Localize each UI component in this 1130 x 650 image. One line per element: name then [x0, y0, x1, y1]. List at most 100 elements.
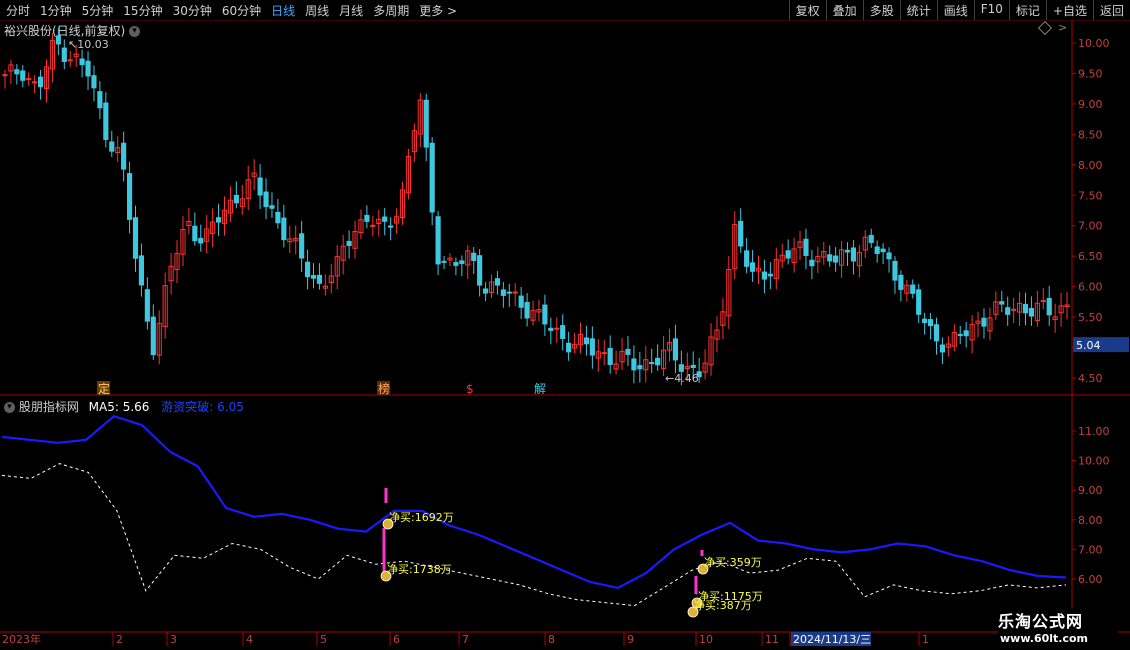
high-annotation: ↖10.03: [68, 38, 109, 51]
period-tab-5[interactable]: 60分钟: [222, 2, 261, 19]
event-marker-0: 定: [98, 381, 110, 396]
toolbar-action-0[interactable]: 复权: [788, 0, 826, 20]
candle-body-83: [494, 278, 501, 286]
period-tab-8[interactable]: 月线: [339, 2, 363, 19]
candle-body-1: [8, 64, 14, 72]
period-tab-1[interactable]: 1分钟: [40, 2, 72, 19]
candle-body-0: [2, 74, 8, 77]
candle-body-58: [346, 240, 352, 246]
indicator-name: 股朋指标网: [18, 400, 79, 414]
candle-body-146: [868, 234, 874, 243]
x-tick-label-0: 2023年: [2, 632, 41, 646]
period-tab-7[interactable]: 周线: [305, 2, 329, 19]
candle-body-163: [969, 323, 975, 341]
candle-body-27: [162, 285, 168, 328]
candle-body-13: [79, 58, 85, 66]
period-tab-4[interactable]: 30分钟: [173, 2, 212, 19]
candle-body-62: [370, 224, 376, 227]
candle-body-80: [477, 255, 483, 286]
candle-body-141: [838, 249, 845, 266]
price-tick-label-9: 5.50: [1078, 311, 1103, 324]
candle-body-111: [660, 349, 667, 369]
candle-body-95: [566, 342, 572, 353]
candle-body-39: [233, 194, 239, 204]
ind-tick-label-1: 10.00: [1078, 455, 1110, 468]
toolbar-action-7[interactable]: +自选: [1045, 0, 1093, 20]
ind-tick-label-5: 6.00: [1078, 573, 1103, 586]
candle-body-178: [1058, 305, 1064, 314]
candle-body-138: [821, 251, 827, 258]
period-tab-10[interactable]: 更多 >: [419, 2, 457, 19]
chevron-down-icon[interactable]: ▾: [129, 26, 141, 37]
candle-body-45: [269, 205, 275, 209]
coin-icon-2: [697, 563, 709, 575]
period-tab-0[interactable]: 分时: [6, 2, 30, 19]
candle-body-160: [951, 331, 957, 347]
coin-icon-0: [382, 518, 394, 530]
candle-body-179: [1064, 304, 1070, 308]
candle-body-99: [589, 338, 595, 356]
period-tab-2[interactable]: 5分钟: [82, 2, 114, 19]
candle-body-170: [1011, 308, 1017, 311]
candle-body-60: [358, 219, 364, 234]
candle-body-168: [999, 301, 1005, 305]
candle-body-72: [429, 142, 435, 213]
candle-body-31: [186, 220, 192, 227]
toolbar-action-6[interactable]: 标记: [1008, 0, 1046, 20]
candle-body-64: [382, 216, 388, 222]
candle-body-5: [32, 81, 38, 84]
candle-body-166: [987, 317, 993, 332]
x-tick-label-10: 11: [765, 633, 779, 646]
candle-body-70: [417, 99, 423, 135]
candle-body-85: [506, 291, 512, 294]
candle-body-105: [625, 348, 631, 355]
candle-body-132: [785, 250, 791, 259]
candle-body-21: [126, 173, 133, 220]
price-panel-title: 裕兴股份(日线,前复权) ▾: [4, 22, 141, 39]
candle-body-12: [73, 53, 79, 58]
candle-body-157: [933, 324, 940, 342]
price-tag-label: 5.04: [1076, 339, 1101, 352]
period-tab-3[interactable]: 15分钟: [123, 2, 162, 19]
candle-body-41: [245, 179, 251, 200]
candle-body-54: [322, 285, 328, 289]
chevron-right-icon[interactable]: >: [1058, 21, 1067, 34]
price-tick-label-10: 5.00: [1078, 342, 1103, 355]
price-tick-label-8: 6.00: [1078, 281, 1103, 294]
x-tick-label-3: 4: [246, 633, 253, 646]
toolbar-action-1[interactable]: 叠加: [825, 0, 863, 20]
candle-body-169: [1005, 307, 1011, 315]
candle-body-90: [536, 309, 542, 313]
candle-body-93: [554, 327, 560, 330]
low-annotation: ←4.46: [665, 372, 699, 385]
toolbar-action-3[interactable]: 统计: [899, 0, 937, 20]
chevron-down-icon[interactable]: ▾: [4, 402, 15, 413]
x-tick-label-11: 2024/11/13/三: [793, 633, 871, 646]
candle-body-51: [304, 261, 311, 278]
period-tab-9[interactable]: 多周期: [373, 2, 409, 19]
net-buy-label-2: 净买:359万: [704, 555, 762, 569]
period-tab-6[interactable]: 日线: [271, 2, 295, 19]
net-buy-label-3: 净买:1175万: [698, 589, 763, 603]
event-marker-bg-0: [97, 381, 110, 395]
toolbar-action-4[interactable]: 画线: [936, 0, 974, 20]
candle-body-65: [388, 225, 394, 228]
candle-body-37: [221, 209, 228, 224]
candle-body-68: [405, 156, 412, 194]
toolbar-actions: 复权 叠加 多股 统计 画线 F10 标记 +自选 返回: [788, 0, 1130, 20]
toolbar-action-2[interactable]: 多股: [862, 0, 900, 20]
candle-body-156: [927, 319, 934, 327]
candle-body-43: [257, 177, 263, 196]
candle-body-129: [767, 273, 773, 277]
candle-body-136: [809, 259, 815, 267]
toolbar-action-8[interactable]: 返回: [1092, 0, 1130, 20]
candle-body-63: [376, 218, 382, 224]
candle-body-121: [720, 311, 726, 326]
chart-canvas[interactable]: 10.00 9.50 9.00 8.50 8.00 7.50 7.00 6.50 6.00 5.5…: [0, 0, 1130, 650]
candle-body-53: [316, 274, 323, 284]
event-marker-bg-2: [465, 381, 478, 395]
candle-body-124: [738, 220, 744, 247]
toolbar-action-5[interactable]: F10: [973, 0, 1009, 20]
diamond-icon[interactable]: [1037, 20, 1053, 36]
x-tick-label-12: 1: [922, 633, 929, 646]
